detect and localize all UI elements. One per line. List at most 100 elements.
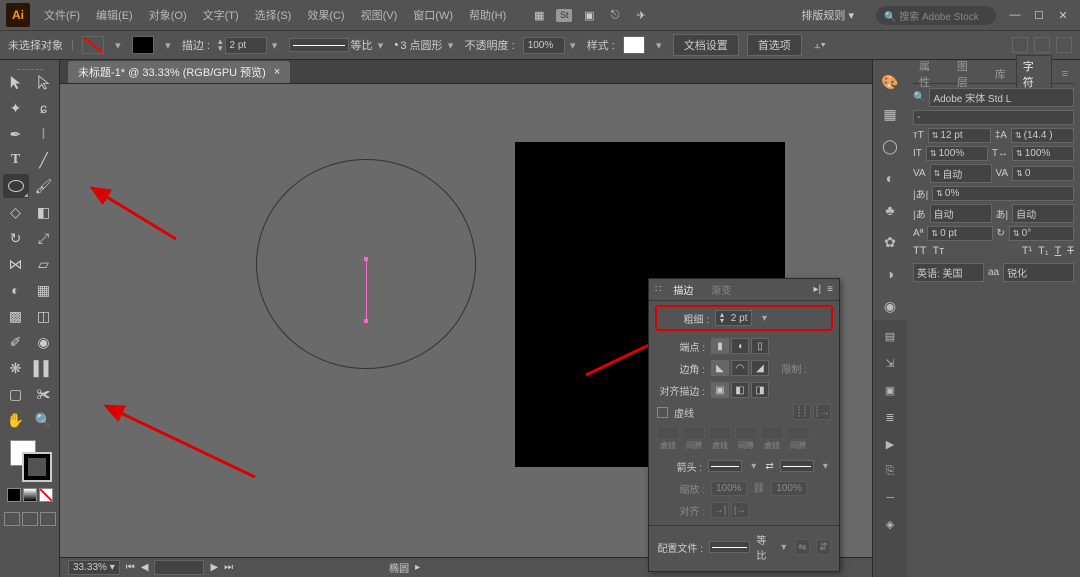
- stroke-swatch[interactable]: [132, 36, 154, 54]
- perspective-grid-tool[interactable]: ▦: [31, 278, 57, 302]
- menu-help[interactable]: 帮助(H): [463, 4, 512, 26]
- flip-across[interactable]: ⇵: [816, 539, 831, 555]
- flip-along[interactable]: ⇋: [795, 539, 810, 555]
- asset-export-icon[interactable]: ⇲: [885, 357, 894, 370]
- dash-preserve-icon[interactable]: ┊┊: [793, 404, 811, 420]
- brush-definition[interactable]: 3 点圆形: [400, 37, 442, 53]
- cap-projecting[interactable]: ▯: [751, 338, 769, 354]
- weight-dropdown[interactable]: ▾: [758, 309, 770, 327]
- stroke-weight-field[interactable]: 2 pt: [225, 37, 267, 54]
- antialias-field[interactable]: 锐化: [1003, 263, 1074, 282]
- menu-effect[interactable]: 效果(C): [301, 4, 350, 26]
- char-rotation-field[interactable]: ⇅0°: [1009, 226, 1074, 241]
- links-panel-icon[interactable]: ⎘: [886, 465, 895, 478]
- menu-select[interactable]: 选择(S): [249, 4, 298, 26]
- arrow-align-end[interactable]: |→: [731, 502, 749, 518]
- color-panel-icon[interactable]: 🎨: [880, 72, 900, 92]
- document-tab[interactable]: 未标题-1* @ 33.33% (RGB/GPU 预览) ×: [68, 61, 290, 83]
- align-center[interactable]: ▣: [711, 382, 729, 398]
- style-dropdown[interactable]: ▾: [653, 36, 665, 54]
- column-graph-tool[interactable]: ▌▌: [31, 356, 57, 380]
- panel-menu-icon[interactable]: ≡: [1056, 66, 1074, 82]
- transform-panel-icon[interactable]: [1012, 37, 1028, 53]
- nav-last-icon[interactable]: ⏭: [224, 562, 233, 573]
- transparency-panel-icon[interactable]: ◑: [880, 264, 900, 284]
- artboard-tool[interactable]: ▢: [3, 382, 29, 406]
- arrow-start[interactable]: [708, 460, 742, 472]
- shaper-tool[interactable]: ◇: [3, 200, 29, 224]
- tsume-field[interactable]: ⇅0%: [932, 186, 1074, 201]
- draw-behind[interactable]: [22, 512, 38, 526]
- tracking-field[interactable]: ⇅0: [1012, 166, 1074, 181]
- tab-properties[interactable]: 属性: [913, 56, 947, 92]
- panel-menu-icon[interactable]: ≡: [827, 284, 833, 295]
- preferences-button[interactable]: 首选项: [747, 34, 802, 56]
- kerning-field[interactable]: ⇅自动: [930, 164, 992, 183]
- status-menu-icon[interactable]: ▸: [415, 562, 420, 573]
- stroke-panel-icon[interactable]: ◯: [880, 136, 900, 156]
- arrow-align-tip[interactable]: →|: [711, 502, 729, 518]
- eyedropper-tool[interactable]: ✐: [3, 330, 29, 354]
- zoom-tool[interactable]: 🔍: [31, 408, 57, 432]
- tab-layers[interactable]: 图层: [951, 56, 985, 92]
- arrow-scale-start[interactable]: 100%: [711, 481, 747, 496]
- free-transform-tool[interactable]: ▱: [31, 252, 57, 276]
- profile-dropdown[interactable]: ▾: [779, 538, 789, 556]
- gpu-icon[interactable]: ⎋: [606, 6, 624, 24]
- weight-field[interactable]: ▴▾ 2 pt: [715, 310, 752, 326]
- artboard-nav-field[interactable]: [154, 560, 204, 575]
- close-tab-icon[interactable]: ×: [274, 66, 280, 78]
- stock-icon[interactable]: St: [556, 9, 572, 22]
- vscale-field[interactable]: ⇅100%: [926, 146, 988, 161]
- font-search-icon[interactable]: 🔍: [913, 92, 925, 103]
- superscript-icon[interactable]: T¹: [1022, 245, 1032, 257]
- selection-tool[interactable]: [3, 70, 29, 94]
- draw-normal[interactable]: [4, 512, 20, 526]
- menu-edit[interactable]: 编辑(E): [90, 4, 139, 26]
- gradient-tool[interactable]: ◫: [31, 304, 57, 328]
- align-to-icon[interactable]: ⫠▾: [814, 39, 826, 52]
- actions-panel-icon[interactable]: ▶: [886, 438, 894, 451]
- blend-tool[interactable]: ◉: [31, 330, 57, 354]
- subscript-icon[interactable]: T₁: [1038, 245, 1048, 257]
- leading-field[interactable]: ⇅(14.4 ): [1011, 128, 1074, 143]
- symbol-sprayer-tool[interactable]: ❋: [3, 356, 29, 380]
- arrow-end[interactable]: [780, 460, 814, 472]
- symbols-panel-icon[interactable]: ♣: [880, 200, 900, 220]
- opacity-field[interactable]: 100%: [523, 37, 565, 54]
- font-style-field[interactable]: -: [913, 110, 1074, 125]
- stroke-profile-dropdown[interactable]: ▾: [375, 36, 387, 54]
- curvature-tool[interactable]: ⦚: [31, 122, 57, 146]
- underline-icon[interactable]: T: [1055, 245, 1062, 257]
- join-bevel[interactable]: ◢: [751, 360, 769, 376]
- lasso-tool[interactable]: ɕ: [31, 96, 57, 120]
- color-mode-none[interactable]: [39, 488, 53, 502]
- swap-arrows-icon[interactable]: ⇄: [765, 461, 773, 472]
- search-input[interactable]: 🔍 搜索 Adobe Stock: [876, 6, 996, 25]
- nav-prev-icon[interactable]: ◀: [141, 562, 149, 573]
- language-field[interactable]: 英语: 美国: [913, 263, 984, 282]
- tab-libraries[interactable]: 库: [989, 64, 1012, 84]
- scale-tool[interactable]: ⤢: [31, 226, 57, 250]
- brush-def-dropdown[interactable]: ▾: [445, 36, 457, 54]
- stroke-color-swatch[interactable]: [24, 454, 50, 480]
- shape-builder-tool[interactable]: ◐: [3, 278, 29, 302]
- font-size-field[interactable]: ⇅12 pt: [928, 128, 991, 143]
- bridge-icon[interactable]: ▦: [530, 6, 548, 24]
- aki-left-field[interactable]: 自动: [930, 204, 992, 223]
- gradient-tab[interactable]: 渐变: [705, 280, 737, 299]
- align-outside[interactable]: ◨: [751, 382, 769, 398]
- menu-window[interactable]: 窗口(W): [407, 4, 459, 26]
- join-round[interactable]: ◠: [731, 360, 749, 376]
- graphic-styles-icon[interactable]: ◈: [886, 518, 894, 531]
- type-tool[interactable]: T: [3, 148, 29, 172]
- touch-icon[interactable]: ✈: [632, 6, 650, 24]
- width-tool[interactable]: ⋈: [3, 252, 29, 276]
- profile-preview[interactable]: [709, 541, 750, 553]
- ellipse-tool[interactable]: [3, 174, 29, 198]
- fill-stroke-control[interactable]: [10, 440, 50, 480]
- swatches-panel-icon[interactable]: ▦: [880, 104, 900, 124]
- menu-type[interactable]: 文字(T): [197, 4, 245, 26]
- appearance-panel-icon[interactable]: ◉: [880, 296, 900, 316]
- minimize-button[interactable]: —: [1004, 6, 1026, 24]
